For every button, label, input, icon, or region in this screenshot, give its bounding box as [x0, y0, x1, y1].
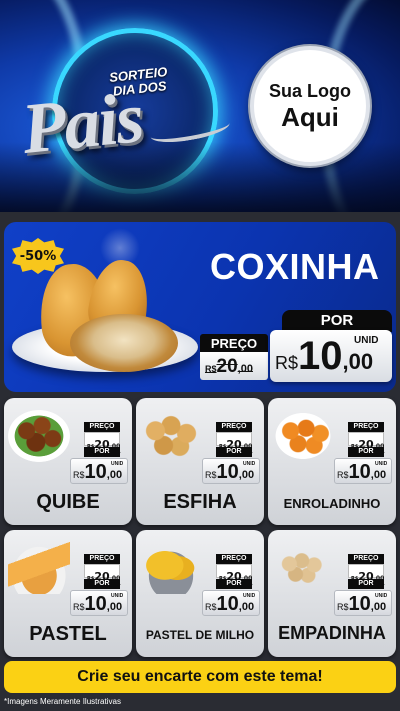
- new-price: R$10,00: [275, 334, 373, 378]
- new-price-integer: 10: [84, 593, 107, 615]
- new-price-integer: 10: [216, 593, 239, 615]
- new-price-decimal: ,00: [370, 601, 387, 613]
- new-price-currency: R$: [337, 470, 349, 480]
- old-price-label: PREÇO: [200, 334, 268, 354]
- new-price-decimal: ,00: [370, 469, 387, 481]
- new-price-decimal: ,00: [238, 469, 255, 481]
- old-price-box: R$20,00: [216, 564, 252, 583]
- old-price-box: R$20,00: [200, 352, 268, 380]
- new-price-integer: 10: [348, 461, 371, 483]
- new-price-label: POR: [216, 447, 252, 457]
- new-price-decimal: ,00: [238, 601, 255, 613]
- new-price: R$10,00: [337, 592, 386, 616]
- new-price: R$10,00: [73, 592, 122, 616]
- product-image: [140, 410, 202, 462]
- old-price-decimal: ,00: [237, 363, 253, 375]
- product-image: [8, 542, 70, 594]
- old-price-box: R$20,00: [84, 564, 120, 583]
- new-price-decimal: ,00: [106, 601, 123, 613]
- product-image: [272, 410, 334, 462]
- product-card[interactable]: PREÇOR$20,00PORUNIDR$10,00 QUIBE: [4, 398, 132, 525]
- new-price: R$10,00: [205, 460, 254, 484]
- new-price-integer: 10: [298, 334, 343, 378]
- coxinha-cut-image: [70, 314, 178, 372]
- new-price-box: UNID R$10,00: [202, 458, 260, 484]
- new-price-currency: R$: [205, 602, 217, 612]
- new-price-box: UNID R$10,00: [334, 590, 392, 616]
- product-card[interactable]: PREÇOR$20,00PORUNIDR$10,00 EMPADINHA: [268, 530, 396, 657]
- product-name: PASTEL: [29, 623, 107, 645]
- new-price: R$10,00: [73, 460, 122, 484]
- product-card[interactable]: PREÇOR$20,00PORUNIDR$10,00 PASTEL DE MILH…: [136, 530, 264, 657]
- old-price-label: PREÇO: [216, 554, 252, 564]
- logo-line-2: Aqui: [281, 102, 339, 132]
- old-price-label: PREÇO: [84, 554, 120, 564]
- new-price-label: POR: [282, 310, 392, 332]
- old-price-currency: R$: [205, 364, 217, 374]
- new-price-currency: R$: [205, 470, 217, 480]
- product-name: ENROLADINHO: [283, 496, 381, 511]
- new-price-currency: R$: [73, 602, 85, 612]
- new-price-box: UNID R$10,00: [270, 330, 392, 382]
- product-name: EMPADINHA: [278, 623, 386, 643]
- new-price-label: POR: [348, 579, 384, 589]
- product-card[interactable]: PREÇOR$20,00PORUNIDR$10,00 PASTEL: [4, 530, 132, 657]
- cta-banner[interactable]: Crie seu encarte com este tema!: [4, 661, 396, 693]
- old-price: R$20,00: [205, 356, 253, 378]
- new-price-integer: 10: [216, 461, 239, 483]
- new-price-currency: R$: [337, 602, 349, 612]
- new-price-currency: R$: [275, 353, 299, 373]
- new-price-label: POR: [84, 579, 120, 589]
- disclaimer-text: *Imagens Meramente Ilustrativas: [4, 697, 121, 706]
- new-price-box: UNID R$10,00: [70, 458, 128, 484]
- header-banner: SORTEIO DIA DOS Pais Sua Logo Aqui: [0, 0, 400, 212]
- new-price: R$10,00: [205, 592, 254, 616]
- featured-product-card[interactable]: -50% COXINHA PREÇO R$20,00 POR UNID R$10…: [4, 222, 396, 392]
- new-price-integer: 10: [84, 461, 107, 483]
- new-price: R$10,00: [337, 460, 386, 484]
- new-price-box: UNID R$10,00: [70, 590, 128, 616]
- old-price-label: PREÇO: [348, 554, 384, 564]
- product-card[interactable]: PREÇOR$20,00PORUNIDR$10,00 ESFIHA: [136, 398, 264, 525]
- product-card[interactable]: PREÇOR$20,00PORUNIDR$10,00 ENROLADINHO: [268, 398, 396, 525]
- new-price-box: UNID R$10,00: [334, 458, 392, 484]
- product-name: QUIBE: [36, 491, 100, 513]
- new-price-label: POR: [348, 447, 384, 457]
- featured-product-name: COXINHA: [210, 246, 380, 287]
- old-price-label: PREÇO: [84, 422, 120, 432]
- new-price-decimal: ,00: [342, 349, 374, 374]
- old-price-label: PREÇO: [348, 422, 384, 432]
- old-price-box: R$20,00: [84, 432, 120, 451]
- product-name: ESFIHA: [163, 491, 237, 513]
- old-price-box: R$20,00: [348, 564, 384, 583]
- product-image: [8, 410, 70, 462]
- new-price-box: UNID R$10,00: [202, 590, 260, 616]
- product-name: PASTEL DE MILHO: [145, 628, 255, 642]
- old-price-box: R$20,00: [216, 432, 252, 451]
- logo-line-1: Sua Logo: [269, 81, 351, 101]
- old-price-label: PREÇO: [216, 422, 252, 432]
- product-image: [272, 542, 334, 594]
- old-price-box: R$20,00: [348, 432, 384, 451]
- old-price-integer: 20: [216, 356, 238, 377]
- new-price-label: POR: [84, 447, 120, 457]
- campaign-word: Pais: [18, 76, 146, 170]
- new-price-label: POR: [216, 579, 252, 589]
- product-image: [140, 542, 202, 594]
- new-price-currency: R$: [73, 470, 85, 480]
- new-price-decimal: ,00: [106, 469, 123, 481]
- new-price-integer: 10: [348, 593, 371, 615]
- logo-placeholder[interactable]: Sua Logo Aqui: [250, 46, 370, 166]
